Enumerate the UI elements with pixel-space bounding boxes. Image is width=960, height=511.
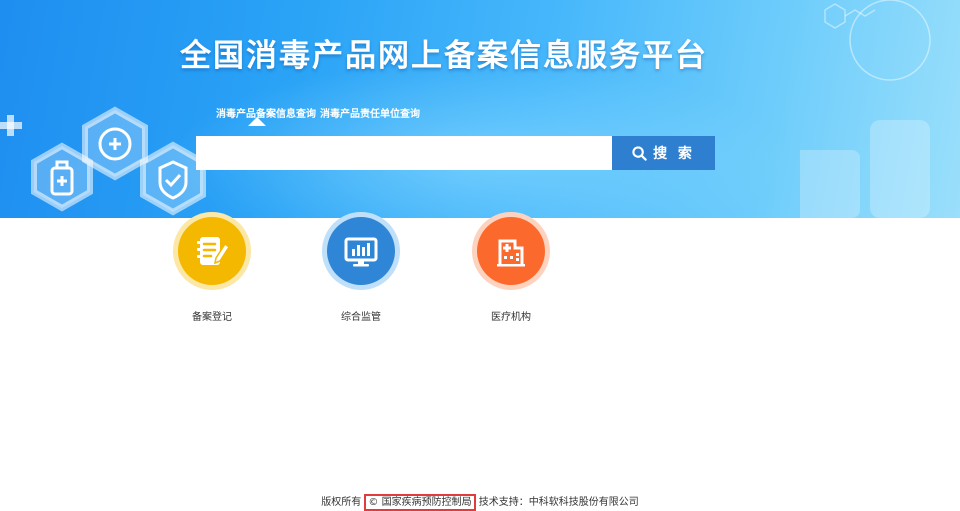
footer-tech-support: 技术支持：中科软科技股份有限公司 bbox=[478, 497, 639, 508]
active-tab-indicator bbox=[248, 117, 266, 126]
tile-medical-institution-label: 医疗机构 bbox=[491, 312, 531, 323]
tile-medical-institution[interactable]: 医疗机构 bbox=[451, 212, 571, 323]
tab-product-filing-query[interactable]: 消毒产品备案信息查询 bbox=[216, 105, 316, 120]
tile-comprehensive-supervision-circle bbox=[327, 217, 395, 285]
tile-medical-institution-ring bbox=[472, 212, 550, 290]
tile-filing-registration-circle bbox=[178, 217, 246, 285]
tile-medical-institution-circle bbox=[477, 217, 545, 285]
tile-filing-registration[interactable]: 备案登记 bbox=[152, 212, 272, 323]
tile-comprehensive-supervision[interactable]: 综合监管 bbox=[301, 212, 421, 323]
footer: 版权所有 © 国家疾病预防控制局 技术支持：中科软科技股份有限公司 bbox=[0, 493, 960, 511]
hospital-icon bbox=[497, 239, 525, 267]
monitor-chart-icon bbox=[344, 237, 378, 267]
search-button-label: 搜 索 bbox=[653, 146, 695, 162]
search-icon bbox=[632, 145, 647, 161]
tile-comprehensive-supervision-ring bbox=[322, 212, 400, 290]
footer-copyright-prefix: 版权所有 bbox=[321, 497, 362, 508]
chemistry-decoration-icon bbox=[800, 0, 931, 218]
search-button[interactable]: 搜 索 bbox=[612, 136, 715, 170]
hexagon-decoration-icon bbox=[0, 106, 206, 216]
tile-filing-registration-ring bbox=[173, 212, 251, 290]
tile-filing-registration-label: 备案登记 bbox=[192, 312, 232, 323]
footer-owner: © 国家疾病预防控制局 bbox=[364, 494, 476, 511]
site-title: 全国消毒产品网上备案信息服务平台 bbox=[180, 38, 708, 74]
notebook-edit-icon bbox=[197, 237, 231, 265]
tab-responsible-unit-query[interactable]: 消毒产品责任单位查询 bbox=[320, 105, 420, 120]
search-input[interactable] bbox=[196, 136, 612, 170]
tile-comprehensive-supervision-label: 综合监管 bbox=[341, 312, 381, 323]
header-banner: 全国消毒产品网上备案信息服务平台 消毒产品备案信息查询 消毒产品责任单位查询 搜… bbox=[0, 0, 960, 218]
